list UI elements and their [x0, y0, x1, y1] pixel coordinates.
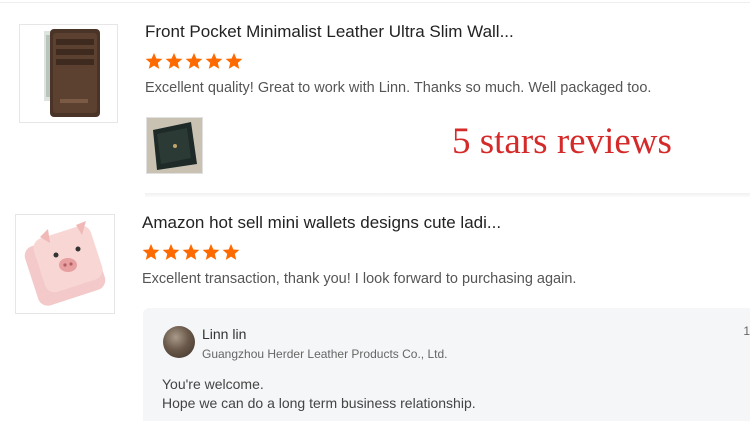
seller-avatar — [163, 326, 195, 358]
review-divider — [145, 193, 750, 197]
review-photo-image — [147, 118, 202, 173]
brown-wallet-image — [44, 29, 100, 117]
reply-author: Linn lin — [202, 326, 247, 342]
star-icon — [222, 243, 240, 260]
star-rating — [142, 243, 240, 261]
reply-text-line: Hope we can do a long term business rela… — [162, 395, 476, 411]
star-icon — [162, 243, 180, 260]
star-icon — [142, 243, 160, 260]
star-rating — [145, 52, 243, 70]
reply-text-line: You're welcome. — [162, 376, 264, 392]
reply-company[interactable]: Guangzhou Herder Leather Products Co., L… — [202, 347, 447, 361]
star-icon — [185, 52, 203, 69]
seller-reply-box: Linn lin Guangzhou Herder Leather Produc… — [143, 308, 750, 421]
five-stars-overlay: 5 stars reviews — [452, 121, 672, 162]
star-icon — [145, 52, 163, 69]
product-thumbnail-pink-wallet[interactable] — [15, 214, 115, 314]
star-icon — [182, 243, 200, 260]
review-photo[interactable] — [146, 117, 203, 174]
pink-pig-wallet-image — [24, 221, 106, 306]
star-icon — [225, 52, 243, 69]
product-title-link[interactable]: Amazon hot sell mini wallets designs cut… — [142, 213, 501, 233]
review-comment: Excellent quality! Great to work with Li… — [145, 80, 652, 96]
top-divider — [0, 2, 750, 3]
review-comment: Excellent transaction, thank you! I look… — [142, 271, 577, 287]
product-thumbnail-wallet[interactable] — [19, 24, 118, 123]
product-title-link[interactable]: Front Pocket Minimalist Leather Ultra Sl… — [145, 22, 514, 42]
star-icon — [165, 52, 183, 69]
reply-corner-text: 1 — [743, 324, 750, 338]
star-icon — [202, 243, 220, 260]
star-icon — [205, 52, 223, 69]
